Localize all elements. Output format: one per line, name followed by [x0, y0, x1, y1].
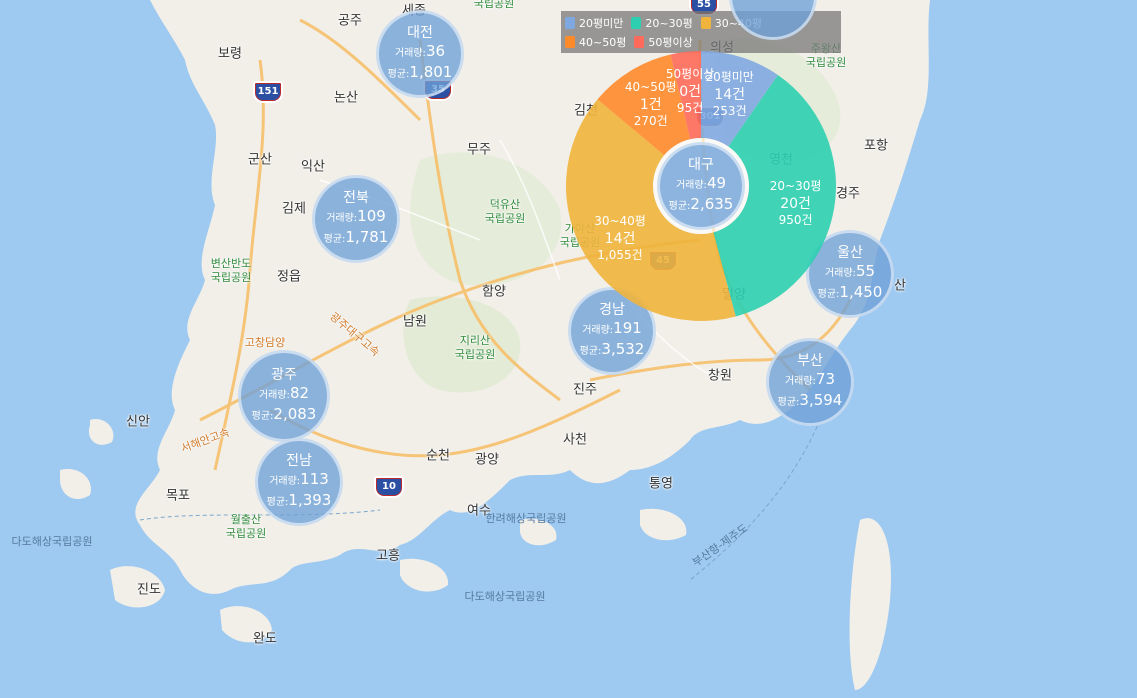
- legend-swatch: [631, 16, 642, 29]
- place-label: 광양: [475, 452, 499, 468]
- cluster-volume: 거래량:82: [258, 384, 310, 402]
- place-label: 신안: [126, 414, 150, 430]
- legend-swatch: [565, 16, 575, 29]
- cluster-daegu[interactable]: 대구 거래량:49 평균:2,635: [657, 142, 745, 230]
- cluster-region[interactable]: 부산 거래량:73 평균:3,594: [766, 338, 854, 426]
- park-label: 덕유산 국립공원: [484, 198, 526, 225]
- cluster-volume: 거래량:49: [675, 174, 727, 192]
- cluster-average: 평균:2,635: [668, 195, 734, 213]
- place-label: 포항: [864, 138, 888, 154]
- cluster-volume: 거래량:36: [394, 42, 446, 60]
- cluster-volume: 거래량:113: [269, 470, 329, 488]
- place-label: 진주: [573, 382, 597, 398]
- place-label: 함양: [482, 284, 506, 300]
- legend-item[interactable]: 20평미만: [565, 13, 623, 32]
- legend-item[interactable]: 40~50평: [565, 32, 626, 51]
- cluster-name: 대전: [407, 25, 433, 41]
- donut-segment-label: 50평이상 0건 95건: [666, 66, 714, 116]
- cluster-name: 대구: [688, 157, 714, 173]
- road-label: 고창담양: [244, 336, 286, 349]
- cluster-volume: 거래량:109: [326, 207, 386, 225]
- donut-segment-label: 30~40평 14건 1,055건: [594, 213, 646, 263]
- place-label: 통영: [649, 476, 673, 492]
- cluster-average: 평균:3,532: [579, 340, 645, 358]
- legend-item[interactable]: 20~30평: [631, 13, 693, 32]
- legend-label: 50평이상: [648, 35, 693, 49]
- legend-label: 40~50평: [579, 35, 627, 49]
- legend-swatch: [634, 35, 645, 48]
- segment-range: 20~30평: [769, 178, 822, 193]
- segment-total: 950건: [778, 212, 813, 227]
- cluster-volume: 거래량:191: [582, 319, 642, 337]
- segment-total: 270건: [633, 114, 668, 129]
- highway-shield-icon: 10: [374, 476, 404, 498]
- cluster-name: 전남: [286, 453, 312, 469]
- place-label: 보령: [218, 46, 242, 62]
- cluster-volume: 거래량:73: [784, 370, 836, 388]
- place-label: 익산: [301, 159, 325, 175]
- segment-total: 95건: [676, 100, 704, 115]
- cluster-average: 평균:2,083: [251, 405, 317, 423]
- cluster-name: 광주: [271, 367, 297, 383]
- park-label: 월출산 국립공원: [225, 513, 267, 540]
- place-label: 논산: [334, 90, 358, 106]
- cluster-average: 평균:3,594: [777, 391, 843, 409]
- sea-label: 다도해상국립공원: [464, 590, 546, 603]
- cluster-region[interactable]: 광주 거래량:82 평균:2,083: [238, 350, 330, 442]
- place-label: 정읍: [277, 269, 301, 285]
- legend-swatch: [700, 16, 711, 29]
- place-label: 진도: [137, 582, 161, 598]
- place-label: 산: [894, 278, 906, 294]
- place-label: 고흥: [376, 548, 400, 564]
- place-label: 경주: [836, 186, 860, 202]
- cluster-average: 평균:1,393: [266, 491, 332, 509]
- legend-item[interactable]: 50평이상: [634, 32, 693, 51]
- segment-range: 50평이상: [665, 66, 715, 81]
- place-label: 군산: [248, 152, 272, 168]
- place-label: 김제: [282, 201, 306, 217]
- segment-count: 14건: [604, 230, 636, 247]
- sea-label: 한려해상국립공원: [485, 512, 567, 525]
- segment-count: 0건: [679, 83, 701, 100]
- sea-label: 다도해상국립공원: [11, 535, 93, 548]
- cluster-average: 평균:1,781: [323, 228, 389, 246]
- park-label: 지리산 국립공원: [454, 334, 496, 361]
- donut-segment-label: 20~30평 20건 950건: [770, 178, 822, 228]
- park-label: 변산반도 국립공원: [210, 257, 252, 284]
- cluster-name: 부산: [797, 353, 823, 369]
- place-label: 무주: [467, 142, 491, 158]
- place-label: 순천: [426, 448, 450, 464]
- park-label: 국립공원: [473, 0, 515, 10]
- place-label: 완도: [253, 631, 277, 647]
- place-label: 창원: [708, 368, 732, 384]
- cluster-average: 평균:1,801: [387, 63, 453, 81]
- place-label: 사천: [563, 432, 587, 448]
- cluster-region[interactable]: 전남 거래량:113 평균:1,393: [255, 438, 343, 526]
- place-label: 공주: [338, 13, 362, 29]
- place-label: 목포: [166, 488, 190, 504]
- segment-total: 1,055건: [597, 247, 643, 262]
- cluster-name: 전북: [343, 190, 369, 206]
- place-label: 남원: [403, 314, 427, 330]
- legend-label: 20~30평: [645, 16, 693, 30]
- legend-label: 20평미만: [579, 16, 624, 30]
- cluster-region[interactable]: 대전 거래량:36 평균:1,801: [376, 10, 464, 98]
- segment-range: 30~40평: [594, 213, 646, 228]
- cluster-name: 울산: [837, 245, 863, 261]
- cluster-region[interactable]: 전북 거래량:109 평균:1,781: [312, 175, 400, 263]
- segment-count: 20건: [780, 195, 811, 212]
- highway-shield-icon: 151: [253, 81, 283, 103]
- legend-swatch: [565, 35, 575, 48]
